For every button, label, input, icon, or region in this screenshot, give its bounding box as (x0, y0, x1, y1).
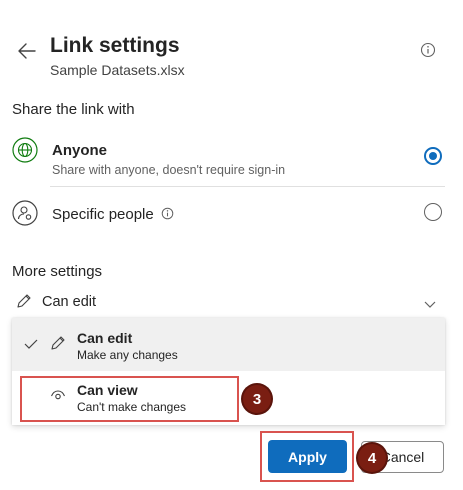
option-anyone-description: Share with anyone, doesn't require sign-… (52, 163, 286, 177)
apply-button[interactable]: Apply (268, 440, 347, 473)
back-button[interactable] (14, 38, 40, 64)
pencil-icon (16, 293, 32, 314)
share-section-label: Share the link with (12, 101, 135, 118)
info-button[interactable] (418, 40, 438, 60)
menu-item-can-edit[interactable]: Can edit Make any changes (12, 318, 445, 371)
option-anyone-title: Anyone (52, 142, 108, 159)
arrow-left-icon (18, 43, 36, 59)
option-specific-people[interactable]: Specific people (0, 196, 463, 230)
pencil-icon (50, 335, 66, 356)
option-anyone[interactable]: Anyone Share with anyone, doesn't requir… (0, 134, 463, 184)
info-icon (420, 42, 436, 58)
more-settings-label: More settings (12, 263, 103, 280)
chevron-down-icon (423, 296, 437, 314)
step-badge: 4 (358, 444, 386, 472)
highlight-box-can-view (20, 376, 239, 422)
step-badge: 3 (243, 385, 271, 413)
people-settings-icon (12, 200, 38, 226)
permission-current: Can edit (42, 294, 97, 310)
globe-icon (12, 137, 38, 163)
page-title: Link settings (50, 34, 180, 57)
permission-dropdown[interactable]: Can edit (0, 286, 463, 318)
menu-item-can-edit-title: Can edit (77, 330, 133, 346)
checkmark-icon (24, 337, 38, 355)
file-name: Sample Datasets.xlsx (50, 62, 185, 78)
menu-item-can-edit-description: Make any changes (77, 348, 178, 362)
specific-people-info-icon[interactable] (161, 207, 174, 225)
radio-anyone[interactable] (424, 147, 442, 165)
radio-specific-people[interactable] (424, 203, 442, 221)
divider (50, 186, 445, 187)
option-specific-people-title: Specific people (52, 206, 154, 223)
